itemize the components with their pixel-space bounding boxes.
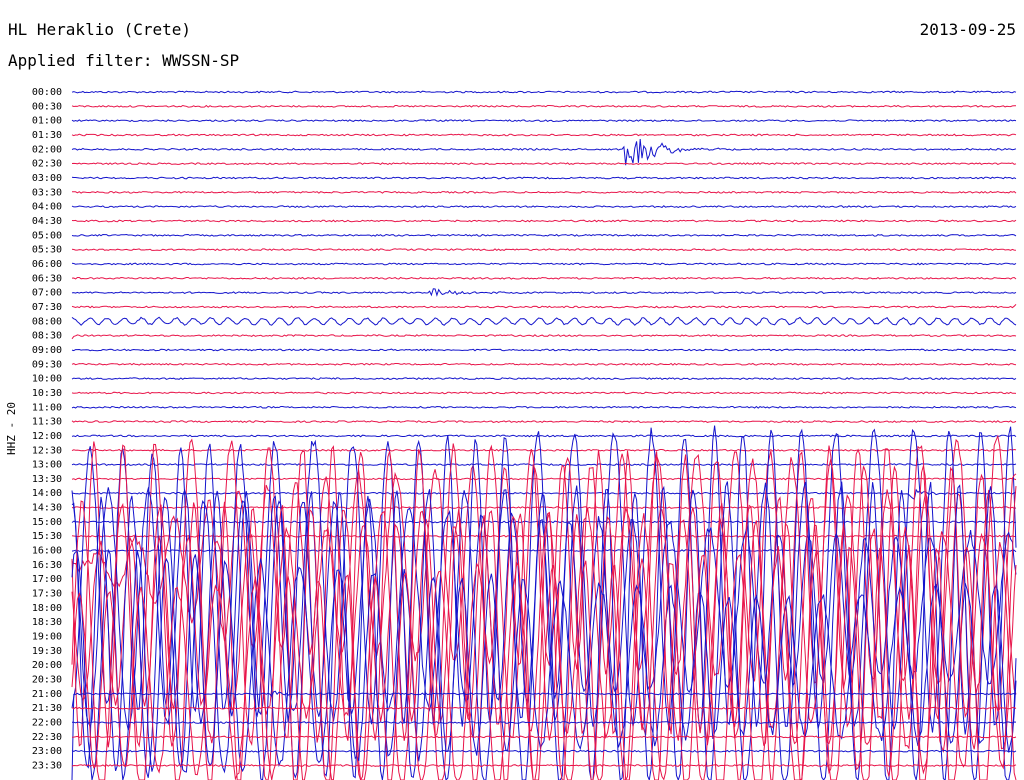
time-tick-label: 15:30 [32, 531, 62, 542]
time-tick-label: 14:30 [32, 503, 62, 514]
time-tick-label: 06:00 [32, 259, 62, 270]
trace-0130 [71, 133, 1017, 137]
trace-0800 [71, 316, 1017, 326]
time-tick-label: 11:00 [32, 402, 62, 413]
time-tick-label: 09:00 [32, 345, 62, 356]
time-tick-label: 17:30 [32, 589, 62, 600]
time-tick-label: 03:00 [32, 173, 62, 184]
time-tick-label: 16:00 [32, 546, 62, 557]
time-tick-label: 02:30 [32, 159, 62, 170]
trace-0330 [72, 190, 1017, 194]
trace-0700 [71, 288, 1017, 297]
time-tick-label: 20:00 [32, 660, 62, 671]
trace-0100 [71, 119, 1017, 123]
time-tick-label: 22:00 [32, 718, 62, 729]
time-tick-label: 19:30 [32, 646, 62, 657]
time-tick-label: 14:00 [32, 488, 62, 499]
time-tick-label: 03:30 [32, 187, 62, 198]
time-tick-label: 04:00 [32, 202, 62, 213]
time-tick-label: 15:00 [32, 517, 62, 528]
time-tick-label: 05:30 [32, 245, 62, 256]
time-tick-label: 23:30 [32, 761, 62, 772]
trace-0400 [71, 205, 1017, 209]
helicorder-plot: 00:00 00:30 01:00 01:30 02:00 02:30 03:00 03:30… [32, 87, 1017, 780]
trace-0830 [71, 334, 1017, 340]
time-tick-label: 08:00 [32, 316, 62, 327]
trace-0630 [71, 276, 1017, 280]
trace-1300 [71, 463, 1017, 467]
time-tick-label: 13:00 [32, 460, 62, 471]
time-tick-label: 13:30 [32, 474, 62, 485]
time-tick-label: 06:30 [32, 273, 62, 284]
time-tick-label: 00:00 [32, 87, 62, 98]
time-tick-label: 11:30 [32, 417, 62, 428]
time-tick-label: 23:00 [32, 746, 62, 757]
time-tick-label: 19:00 [32, 632, 62, 643]
time-tick-label: 12:30 [32, 445, 62, 456]
time-tick-label: 18:30 [32, 617, 62, 628]
trace-0430 [71, 219, 1017, 223]
time-tick-label: 09:30 [32, 359, 62, 370]
trace-0600 [71, 262, 1017, 266]
time-tick-label: 22:30 [32, 732, 62, 743]
trace-0030 [71, 104, 1016, 108]
time-tick-label: 12:00 [32, 431, 62, 442]
trace-0000 [71, 90, 1017, 94]
time-tick-label: 10:00 [32, 374, 62, 385]
trace-0500 [71, 233, 1017, 237]
time-tick-label: 01:00 [32, 116, 62, 127]
trace-0930 [71, 362, 1017, 366]
trace-0300 [71, 176, 1017, 180]
time-tick-label: 21:00 [32, 689, 62, 700]
time-tick-label: 21:30 [32, 703, 62, 714]
time-tick-label: 00:30 [32, 101, 62, 112]
time-tick-label: 02:00 [32, 144, 62, 155]
time-tick-label: 04:30 [32, 216, 62, 227]
trace-0730 [71, 304, 1017, 309]
time-tick-label: 08:30 [32, 331, 62, 342]
trace-1100 [71, 405, 1017, 409]
time-tick-label: 16:30 [32, 560, 62, 571]
trace-0900 [71, 348, 1017, 352]
trace-1600 [71, 549, 1017, 553]
trace-0230 [71, 162, 1017, 166]
time-tick-label: 01:30 [32, 130, 62, 141]
trace-1030 [71, 391, 1017, 395]
time-tick-label: 18:00 [32, 603, 62, 614]
trace-0530 [71, 248, 1017, 252]
trace-1130 [71, 420, 1017, 424]
time-tick-label: 17:00 [32, 574, 62, 585]
trace-1200 [71, 434, 1017, 438]
trace-group [71, 90, 1017, 780]
trace-1000 [71, 377, 1017, 381]
trace-2200 [72, 721, 1017, 724]
trace-1230 [71, 448, 1017, 452]
time-axis: 00:00 00:30 01:00 01:30 02:00 02:30 03:00 03:30… [32, 87, 62, 772]
trace-2330 [71, 764, 1017, 767]
time-tick-label: 07:00 [32, 288, 62, 299]
time-tick-label: 10:30 [32, 388, 62, 399]
time-tick-label: 20:30 [32, 675, 62, 686]
time-tick-label: 05:00 [32, 230, 62, 241]
trace-1330 [71, 477, 1017, 481]
time-tick-label: 07:30 [32, 302, 62, 313]
trace-0200 [71, 138, 1017, 166]
